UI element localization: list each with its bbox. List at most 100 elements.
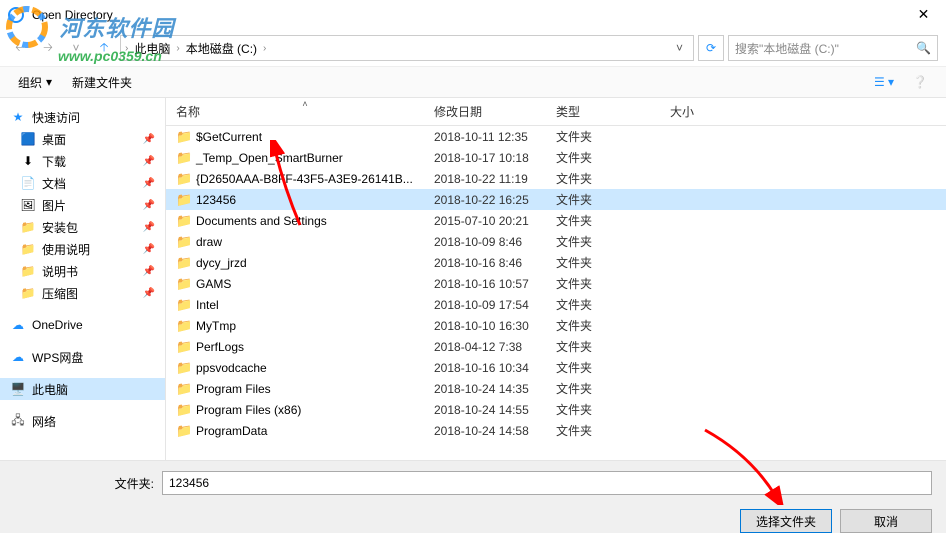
sidebar-this-pc[interactable]: 🖥️ 此电脑 xyxy=(0,378,165,400)
breadcrumb-dropdown[interactable]: ˅ xyxy=(670,41,689,55)
sidebar-item[interactable]: 🟦桌面📌 xyxy=(0,128,165,150)
help-button[interactable]: ❔ xyxy=(906,71,934,93)
breadcrumb-drive[interactable]: 本地磁盘 (C:) xyxy=(182,40,261,57)
search-icon: 🔍 xyxy=(916,41,931,55)
pin-icon: 📌 xyxy=(143,222,155,233)
history-dropdown[interactable]: ˅ xyxy=(64,36,88,60)
table-row[interactable]: ppsvodcache 2018-10-16 10:34 文件夹 xyxy=(166,357,946,378)
folder-icon xyxy=(176,402,192,418)
search-box[interactable]: 搜索"本地磁盘 (C:)" 🔍 xyxy=(728,35,938,61)
folder-icon xyxy=(176,129,192,145)
file-area: 名称 ˄ 修改日期 类型 大小 $GetCurrent 2018-10-11 1… xyxy=(166,98,946,460)
sidebar-item[interactable]: 📁压缩图📌 xyxy=(0,282,165,304)
folder-icon xyxy=(176,255,192,271)
table-row[interactable]: _Temp_Open_SmartBurner 2018-10-17 10:18 … xyxy=(166,147,946,168)
table-row[interactable]: dycy_jrzd 2018-10-16 8:46 文件夹 xyxy=(166,252,946,273)
folder-icon xyxy=(176,297,192,313)
sort-ascending-icon: ˄ xyxy=(302,99,307,109)
forward-button: 🡢 xyxy=(36,36,60,60)
sidebar-item[interactable]: ⬇下载📌 xyxy=(0,150,165,172)
folder-icon xyxy=(176,171,192,187)
pin-icon: 📌 xyxy=(143,288,155,299)
view-options-button[interactable]: ☰ ▾ xyxy=(870,71,898,93)
select-folder-button[interactable]: 选择文件夹 xyxy=(740,509,832,533)
breadcrumb[interactable]: › 此电脑 › 本地磁盘 (C:) › ˅ xyxy=(120,35,694,61)
column-headers: 名称 ˄ 修改日期 类型 大小 xyxy=(166,98,946,126)
pin-icon: 📌 xyxy=(143,200,155,211)
toolbar: 组织 ▾ 新建文件夹 ☰ ▾ ❔ xyxy=(0,66,946,98)
table-row[interactable]: {D2650AAA-B8FF-43F5-A3E9-26141B... 2018-… xyxy=(166,168,946,189)
folder-icon: 📁 xyxy=(20,285,36,301)
titlebar: Open Directory ✕ xyxy=(0,0,946,30)
search-placeholder: 搜索"本地磁盘 (C:)" xyxy=(735,40,839,57)
table-row[interactable]: Intel 2018-10-09 17:54 文件夹 xyxy=(166,294,946,315)
file-list[interactable]: $GetCurrent 2018-10-11 12:35 文件夹 _Temp_O… xyxy=(166,126,946,460)
breadcrumb-pc[interactable]: 此电脑 xyxy=(130,40,174,57)
main-area: ★ 快速访问 🟦桌面📌⬇下载📌📄文档📌🖼图片📌📁安装包📌📁使用说明📌📁说明书📌📁… xyxy=(0,98,946,460)
table-row[interactable]: $GetCurrent 2018-10-11 12:35 文件夹 xyxy=(166,126,946,147)
table-row[interactable]: GAMS 2018-10-16 10:57 文件夹 xyxy=(166,273,946,294)
chevron-right-icon: › xyxy=(125,43,128,54)
chevron-right-icon: › xyxy=(176,43,179,54)
chevron-right-icon: › xyxy=(263,43,266,54)
table-row[interactable]: Documents and Settings 2015-07-10 20:21 … xyxy=(166,210,946,231)
table-row[interactable]: MyTmp 2018-10-10 16:30 文件夹 xyxy=(166,315,946,336)
pin-icon: 📌 xyxy=(143,134,155,145)
folder-input[interactable] xyxy=(162,471,932,495)
column-type[interactable]: 类型 xyxy=(556,103,670,120)
folder-icon xyxy=(176,381,192,397)
sidebar-item[interactable]: 📄文档📌 xyxy=(0,172,165,194)
organize-menu[interactable]: 组织 ▾ xyxy=(12,72,58,93)
folder-icon: 📁 xyxy=(20,241,36,257)
pin-icon: 📌 xyxy=(143,244,155,255)
network-icon: 🖧 xyxy=(10,413,26,429)
column-size[interactable]: 大小 xyxy=(670,103,750,120)
folder-label: 文件夹: xyxy=(14,475,154,492)
table-row[interactable]: Program Files 2018-10-24 14:35 文件夹 xyxy=(166,378,946,399)
up-button[interactable]: 🡡 xyxy=(92,36,116,60)
cloud-icon: ☁ xyxy=(10,317,26,333)
folder-icon xyxy=(176,150,192,166)
sidebar-network[interactable]: 🖧 网络 xyxy=(0,410,165,432)
pin-icon: 📌 xyxy=(143,266,155,277)
folder-icon: 🟦 xyxy=(20,131,36,147)
sidebar: ★ 快速访问 🟦桌面📌⬇下载📌📄文档📌🖼图片📌📁安装包📌📁使用说明📌📁说明书📌📁… xyxy=(0,98,166,460)
folder-icon: 📁 xyxy=(20,219,36,235)
pin-icon: 📌 xyxy=(143,178,155,189)
newfolder-button[interactable]: 新建文件夹 xyxy=(66,72,138,93)
sidebar-item[interactable]: 📁说明书📌 xyxy=(0,260,165,282)
refresh-button[interactable]: ⟳ xyxy=(698,35,724,61)
sidebar-onedrive[interactable]: ☁ OneDrive xyxy=(0,314,165,336)
sidebar-wps[interactable]: ☁ WPS网盘 xyxy=(0,346,165,368)
pc-icon: 🖥️ xyxy=(10,381,26,397)
table-row[interactable]: PerfLogs 2018-04-12 7:38 文件夹 xyxy=(166,336,946,357)
close-button[interactable]: ✕ xyxy=(901,0,946,30)
sidebar-item[interactable]: 🖼图片📌 xyxy=(0,194,165,216)
bottom-panel: 文件夹: 选择文件夹 取消 xyxy=(0,460,946,533)
column-date[interactable]: 修改日期 xyxy=(434,103,556,120)
sidebar-item[interactable]: 📁使用说明📌 xyxy=(0,238,165,260)
folder-icon xyxy=(176,423,192,439)
cancel-button[interactable]: 取消 xyxy=(840,509,932,533)
sidebar-quick-access[interactable]: ★ 快速访问 xyxy=(0,106,165,128)
folder-icon xyxy=(176,339,192,355)
app-icon xyxy=(8,7,24,23)
folder-icon: 🖼 xyxy=(20,197,36,213)
back-button[interactable]: 🡠 xyxy=(8,36,32,60)
chevron-down-icon: ▾ xyxy=(46,75,52,89)
folder-icon: 📁 xyxy=(20,263,36,279)
folder-icon xyxy=(176,234,192,250)
pin-icon: 📌 xyxy=(143,156,155,167)
window-title: Open Directory xyxy=(32,8,113,22)
cloud-icon: ☁ xyxy=(10,349,26,365)
table-row[interactable]: ProgramData 2018-10-24 14:58 文件夹 xyxy=(166,420,946,441)
column-name[interactable]: 名称 ˄ xyxy=(176,103,434,120)
table-row[interactable]: Program Files (x86) 2018-10-24 14:55 文件夹 xyxy=(166,399,946,420)
folder-icon xyxy=(176,276,192,292)
folder-icon xyxy=(176,318,192,334)
table-row[interactable]: draw 2018-10-09 8:46 文件夹 xyxy=(166,231,946,252)
navbar: 🡠 🡢 ˅ 🡡 › 此电脑 › 本地磁盘 (C:) › ˅ ⟳ 搜索"本地磁盘 … xyxy=(0,30,946,66)
sidebar-item[interactable]: 📁安装包📌 xyxy=(0,216,165,238)
table-row[interactable]: 123456 2018-10-22 16:25 文件夹 xyxy=(166,189,946,210)
folder-icon: 📄 xyxy=(20,175,36,191)
